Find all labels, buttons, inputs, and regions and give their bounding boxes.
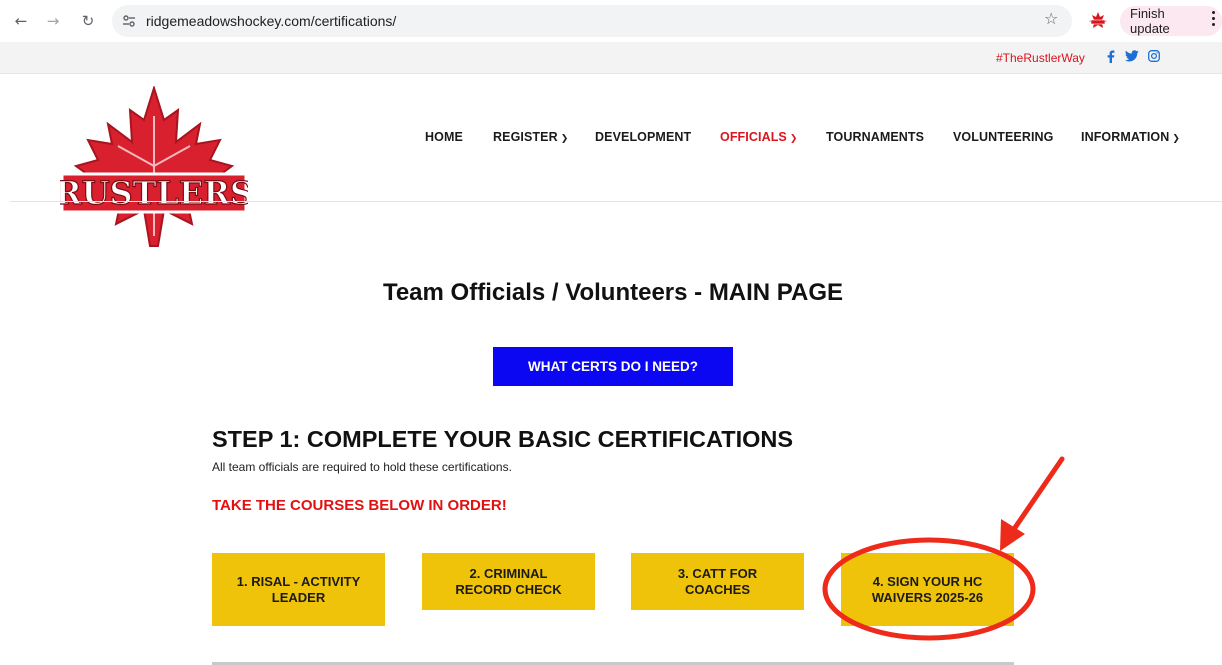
forward-arrow-icon[interactable]: → <box>42 10 64 32</box>
finish-update-label: Finish update <box>1130 6 1170 36</box>
nav-home[interactable]: HOME <box>425 130 463 144</box>
hashtag-link[interactable]: #TheRustlerWay <box>996 51 1085 65</box>
nav-home-label: HOME <box>425 130 463 144</box>
nav-volunteering[interactable]: VOLUNTEERING <box>953 130 1054 144</box>
finish-update-button[interactable]: Finish update <box>1120 6 1222 36</box>
course-label: 4. SIGN YOUR HC WAIVERS 2025-26 <box>871 573 984 605</box>
nav-register[interactable]: REGISTER ❯ <box>493 130 568 144</box>
nav-tournaments[interactable]: TOURNAMENTS <box>826 130 924 144</box>
nav-information[interactable]: INFORMATION ❯ <box>1081 130 1180 144</box>
main-navigation: HOME REGISTER ❯ DEVELOPMENT OFFICIALS ❯ TO… <box>0 130 1222 146</box>
course-button-catt[interactable]: 3. CATT FOR COACHES <box>631 553 804 610</box>
nav-register-label: REGISTER <box>493 130 558 144</box>
page-title: Team Officials / Volunteers - MAIN PAGE <box>382 279 844 306</box>
nav-development[interactable]: DEVELOPMENT <box>595 130 691 144</box>
annotation-arrow-head <box>1000 519 1025 551</box>
course-label: 2. CRIMINAL RECORD CHECK <box>455 565 562 597</box>
nav-development-label: DEVELOPMENT <box>595 130 692 144</box>
browser-menu-icon[interactable] <box>1212 11 1216 31</box>
nav-officials[interactable]: OFFICIALS ❯ <box>720 130 798 144</box>
nav-tournaments-label: TOURNAMENTS <box>826 130 925 144</box>
step1-title: STEP 1: COMPLETE YOUR BASIC CERTIFICATIO… <box>212 426 794 452</box>
bookmark-star-icon[interactable]: ☆ <box>1044 9 1058 28</box>
site-settings-icon[interactable] <box>120 12 138 30</box>
course-button-criminal-record[interactable]: 2. CRIMINAL RECORD CHECK <box>422 553 595 610</box>
nav-information-label: INFORMATION <box>1081 130 1170 144</box>
address-bar[interactable]: ridgemeadowshockey.com/certifications/ <box>112 5 1072 37</box>
what-certs-label: WHAT CERTS DO I NEED? <box>528 359 698 374</box>
chevron-down-icon: ❯ <box>1172 134 1181 144</box>
course-button-risal[interactable]: 1. RISAL - ACTIVITY LEADER <box>212 553 385 626</box>
reload-icon[interactable]: ↻ <box>77 10 99 32</box>
nav-officials-label: OFFICIALS <box>720 130 787 144</box>
facebook-icon[interactable] <box>1107 50 1115 67</box>
logo-text: RUSTLERS <box>60 174 248 212</box>
step1-subtitle: All team officials are required to hold … <box>212 460 512 474</box>
url-text[interactable]: ridgemeadowshockey.com/certifications/ <box>146 13 396 29</box>
rustlers-logo[interactable]: RUSTLERS <box>54 84 254 256</box>
browser-toolbar: ← → ↻ ridgemeadowshockey.com/certificati… <box>0 0 1222 42</box>
instagram-icon[interactable] <box>1148 50 1160 66</box>
step1-warning: TAKE THE COURSES BELOW IN ORDER! <box>212 497 507 514</box>
back-arrow-icon[interactable]: ← <box>10 10 32 32</box>
course-label: 1. RISAL - ACTIVITY LEADER <box>236 573 361 605</box>
course-label: 3. CATT FOR COACHES <box>677 565 758 597</box>
header-divider <box>10 201 1222 202</box>
profile-avatar-icon[interactable] <box>1088 11 1108 31</box>
what-certs-button[interactable]: WHAT CERTS DO I NEED? <box>493 347 733 386</box>
top-info-bar: #TheRustlerWay <box>0 42 1222 74</box>
course-button-hc-waivers[interactable]: 4. SIGN YOUR HC WAIVERS 2025-26 <box>841 553 1014 626</box>
nav-volunteering-label: VOLUNTEERING <box>953 130 1054 144</box>
twitter-icon[interactable] <box>1124 50 1139 66</box>
annotation-arrow-shaft <box>1009 456 1065 535</box>
chevron-down-icon: ❯ <box>789 134 798 144</box>
chevron-down-icon: ❯ <box>560 134 569 144</box>
